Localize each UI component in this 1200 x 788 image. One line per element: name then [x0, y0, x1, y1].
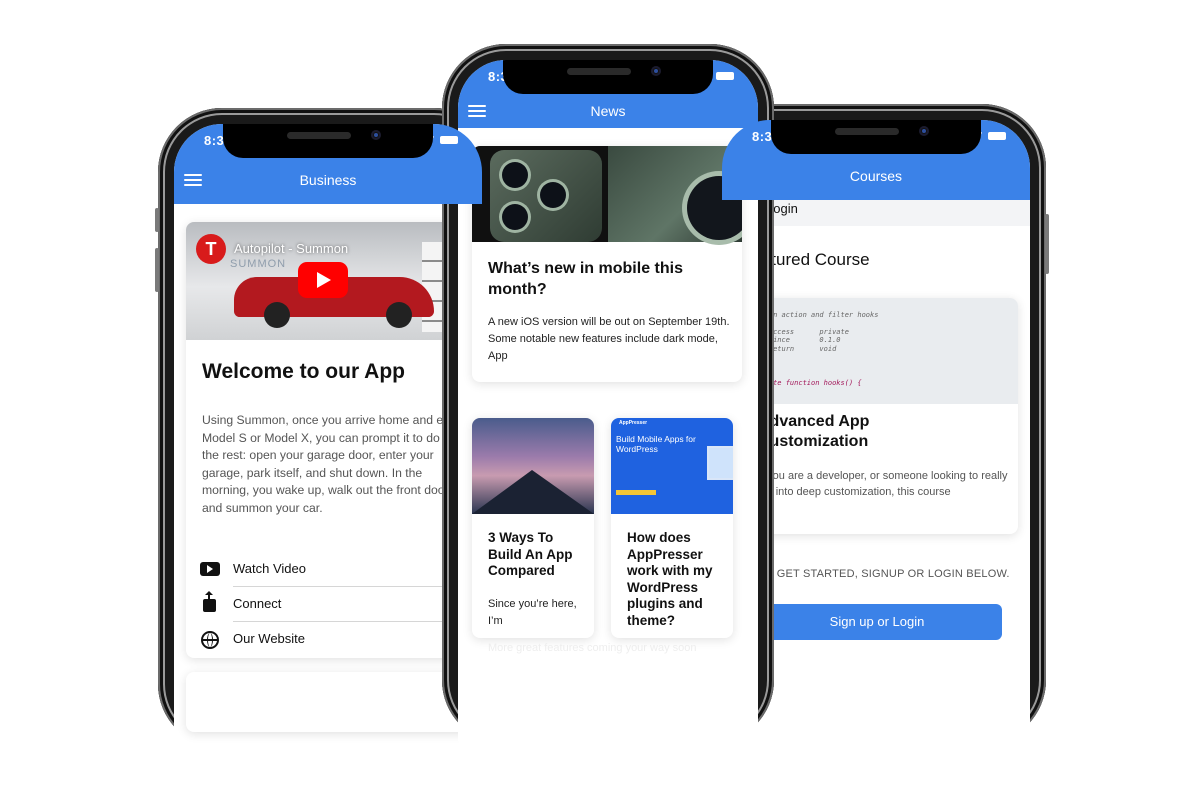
featured-excerpt: A new iOS version will be out on Septemb… — [488, 316, 730, 362]
page-title: Business — [299, 172, 357, 188]
apppresser-image: AppPresser Build Mobile Apps for WordPre… — [611, 418, 733, 514]
car-wheel — [386, 302, 412, 328]
code-line: * — [752, 319, 1010, 328]
lens — [502, 162, 528, 188]
signup-login-button[interactable]: Sign up or Login — [752, 604, 1002, 640]
featured-article-card[interactable]: What’s new in mobile this month? A new i… — [472, 146, 742, 382]
channel-logo: T — [196, 234, 226, 264]
notch — [771, 120, 981, 154]
code-line: * @since 0.1.0 — [752, 336, 841, 345]
link-watch-video[interactable]: Watch Video — [186, 552, 482, 587]
share-icon — [203, 591, 216, 612]
video-embed[interactable]: T Autopilot - Summon SUMMON ⋮ — [186, 222, 482, 340]
article-card[interactable]: 3 Ways To Build An App Compared Since yo… — [472, 418, 594, 638]
article-excerpt: Since you’re here, I’m — [488, 598, 577, 627]
side-button — [155, 208, 159, 232]
mountain-image — [472, 418, 594, 514]
course-title[interactable]: Advanced App Customization — [758, 412, 918, 452]
code-line: * @return void — [752, 344, 837, 353]
link-connect[interactable]: Connect — [186, 587, 482, 622]
image-title: Build Mobile Apps for WordPress — [616, 434, 696, 454]
globe-icon — [201, 631, 219, 649]
code-line: * — [752, 362, 1010, 371]
car-wheel — [264, 302, 290, 328]
video-title: Autopilot - Summon — [234, 241, 349, 256]
welcome-card: T Autopilot - Summon SUMMON ⋮ Welcome to… — [186, 222, 482, 658]
link-our-website[interactable]: Our Website — [186, 622, 482, 657]
notch — [223, 124, 433, 158]
welcome-heading: Welcome to our App — [202, 360, 406, 383]
lens — [502, 204, 528, 230]
side-button — [1045, 214, 1049, 274]
image-brand: AppPresser — [619, 420, 648, 426]
next-card — [186, 672, 482, 732]
app-header: Business — [174, 158, 482, 204]
app-header: News — [458, 94, 758, 128]
notch — [503, 60, 713, 94]
welcome-body: Using Summon, once you arrive home and e… — [202, 413, 456, 515]
youtube-play-button[interactable] — [298, 262, 348, 298]
code-line: * @access private — [752, 327, 849, 336]
code-line: private function hooks() { — [752, 379, 862, 388]
link-label: Our Website — [233, 631, 306, 646]
video-overlay-text: SUMMON — [230, 258, 287, 270]
article-headline[interactable]: How does AppPresser work with my WordPre… — [627, 530, 727, 629]
link-label: Connect — [233, 596, 282, 611]
news-content: What’s new in mobile this month? A new i… — [458, 128, 758, 784]
lens — [540, 182, 566, 208]
code-snippet: /** * Run action and filter hooks * * @a… — [744, 298, 1018, 404]
news-screen: 8:30 ▿ News What’s new — [458, 60, 758, 784]
code-line: * Run action and filter hooks — [752, 310, 879, 319]
featured-image — [472, 146, 742, 242]
battery-icon — [716, 72, 734, 80]
link-label: Watch Video — [233, 561, 306, 576]
article-card[interactable]: AppPresser Build Mobile Apps for WordPre… — [611, 418, 733, 638]
play-icon — [317, 272, 331, 288]
page-title: News — [590, 103, 626, 119]
course-card[interactable]: /** * Run action and filter hooks * * @a… — [744, 298, 1018, 534]
battery-icon — [988, 132, 1006, 140]
article-headline[interactable]: 3 Ways To Build An App Compared — [488, 530, 588, 580]
code-line: * — [752, 354, 1010, 363]
featured-headline[interactable]: What’s new in mobile this month? — [488, 258, 718, 300]
cta-text: TO GET STARTED, SIGNUP OR LOGIN BELOW. — [758, 568, 1010, 580]
business-screen: 8:30 ▿ Business T Autopilot - Summon — [174, 124, 482, 788]
video-play-icon — [200, 562, 220, 576]
side-button — [155, 248, 159, 292]
battery-icon — [440, 136, 458, 144]
code-line: /** — [752, 302, 1010, 311]
business-content: T Autopilot - Summon SUMMON ⋮ Welcome to… — [174, 204, 482, 788]
course-excerpt: If you are a developer, or someone looki… — [758, 470, 1008, 498]
link-list: Watch Video Connect Our Website — [186, 552, 482, 657]
app-header: Courses — [722, 154, 1030, 200]
faded-text: More great features coming your way soon — [488, 642, 697, 654]
page-title: Courses — [849, 168, 903, 184]
code-line: */ — [752, 371, 1010, 380]
